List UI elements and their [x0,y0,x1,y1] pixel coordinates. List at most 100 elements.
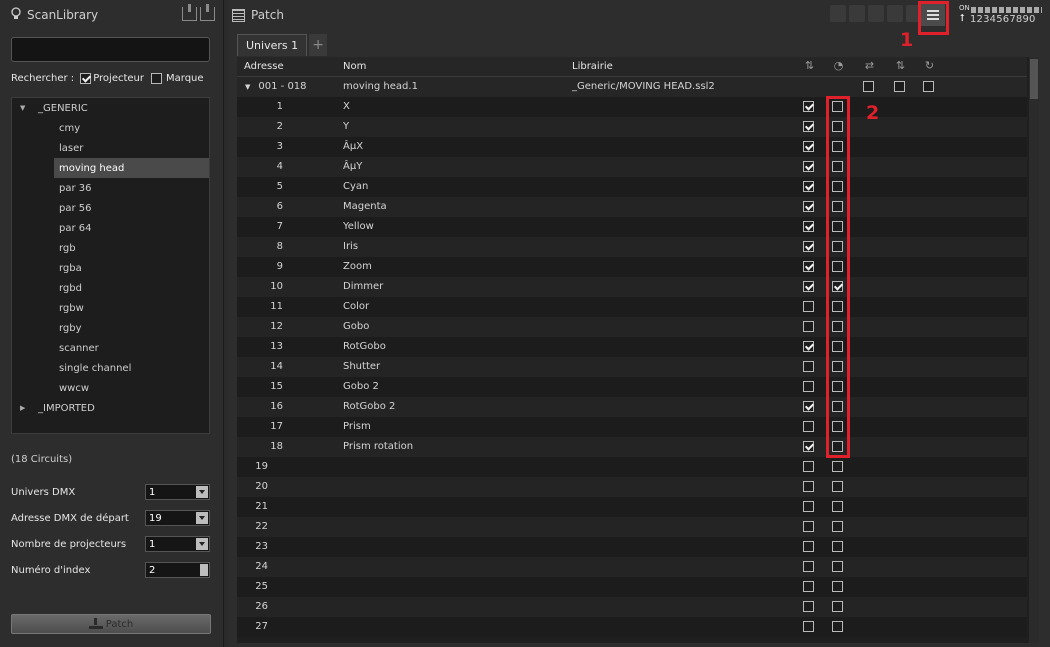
channel-row[interactable]: 16 RotGobo 2 [237,397,1027,417]
channel-enable-checkbox[interactable] [803,581,814,592]
channel-dimmer-checkbox[interactable] [832,461,843,472]
marque-checkbox[interactable] [151,73,163,84]
channel-row[interactable]: 13 RotGobo [237,337,1027,357]
univers-dmx-select[interactable]: 1 [145,484,210,500]
channel-row[interactable]: 4 ÂµY [237,157,1027,177]
channel-enable-checkbox[interactable] [803,261,814,272]
channel-row[interactable]: 10 Dimmer [237,277,1027,297]
spinner-icon[interactable] [200,564,208,576]
channel-row[interactable]: 1X [237,97,1027,117]
sort-icon[interactable]: ⇅ [803,60,816,72]
tree-item-selected[interactable]: moving head [54,158,209,178]
tree-item[interactable]: par 56 [12,198,209,218]
channel-dimmer-checkbox[interactable] [832,621,843,632]
channel-enable-checkbox[interactable] [803,461,814,472]
channel-enable-checkbox[interactable] [803,121,814,132]
channel-enable-checkbox[interactable] [803,361,814,372]
channel-enable-checkbox[interactable] [803,241,814,252]
vertical-scrollbar[interactable] [1029,57,1039,643]
empty-address-row[interactable]: 25 [237,577,1027,597]
empty-address-row[interactable]: 19 [237,457,1027,477]
tree-item[interactable]: par 36 [12,178,209,198]
channel-dimmer-checkbox[interactable] [832,601,843,612]
empty-address-row[interactable]: 24 [237,557,1027,577]
collapsed-arrow-icon[interactable]: ▶ [20,404,38,412]
edit-icon[interactable] [887,5,903,22]
channel-enable-checkbox[interactable] [803,301,814,312]
channel-dimmer-checkbox[interactable] [832,581,843,592]
channel-enable-checkbox[interactable] [803,201,814,212]
channel-enable-checkbox[interactable] [803,501,814,512]
chevron-down-icon[interactable] [196,512,208,524]
channel-enable-checkbox[interactable] [803,321,814,332]
channel-dimmer-checkbox[interactable] [832,481,843,492]
tree-item[interactable]: rgby [12,318,209,338]
rotate-icon[interactable]: ↻ [923,60,936,72]
channel-dimmer-checkbox[interactable] [832,541,843,552]
empty-address-row[interactable]: 27 [237,617,1027,637]
tree-item[interactable]: rgb [12,238,209,258]
paste-icon[interactable] [849,5,865,22]
channel-row[interactable]: 9 Zoom [237,257,1027,277]
nombre-projecteurs-select[interactable]: 1 [145,536,210,552]
channel-enable-checkbox[interactable] [803,161,814,172]
channel-row[interactable]: 11 Color [237,297,1027,317]
tree-item[interactable]: rgba [12,258,209,278]
channel-dimmer-checkbox[interactable] [832,561,843,572]
scrollbar-thumb[interactable] [1030,59,1038,99]
channel-row[interactable]: 17 Prism [237,417,1027,437]
fixture-row[interactable]: ▼ 001 - 018 moving head.1 _Generic/MOVING… [237,77,1027,97]
empty-address-row[interactable]: 21 [237,497,1027,517]
channel-enable-checkbox[interactable] [803,561,814,572]
channel-enable-checkbox[interactable] [803,401,814,412]
copy-icon[interactable] [830,5,846,22]
tree-item[interactable]: wwcw [12,378,209,398]
channel-enable-checkbox[interactable] [803,421,814,432]
tree-item[interactable]: laser [12,138,209,158]
empty-address-row[interactable]: 26 [237,597,1027,617]
col-nom[interactable]: Nom [343,61,366,72]
empty-address-row[interactable]: 20 [237,477,1027,497]
col-adresse[interactable]: Adresse [244,61,284,72]
channel-row[interactable]: 18 Prism rotation [237,437,1027,457]
empty-address-row[interactable]: 23 [237,537,1027,557]
tree-item[interactable]: scanner [12,338,209,358]
channel-enable-checkbox[interactable] [803,541,814,552]
channel-row[interactable]: 5 Cyan [237,177,1027,197]
channel-row[interactable]: 7 Yellow [237,217,1027,237]
channel-enable-checkbox[interactable] [803,221,814,232]
channel-row[interactable]: 6 Magenta [237,197,1027,217]
channel-enable-checkbox[interactable] [803,101,814,112]
tree-item[interactable]: rgbd [12,278,209,298]
tree-item[interactable]: par 64 [12,218,209,238]
add-tab-button[interactable]: + [309,34,328,56]
expanded-arrow-icon[interactable]: ▼ [245,83,250,91]
import-icon[interactable] [182,4,197,21]
patch-button[interactable]: Patch [11,614,211,634]
fixture-rotate-checkbox[interactable] [923,81,934,92]
chevron-down-icon[interactable] [196,538,208,550]
col-librairie[interactable]: Librairie [572,61,613,72]
fixture-invert-checkbox[interactable] [894,81,905,92]
dimmer-icon[interactable]: ◔ [832,60,845,72]
channel-enable-checkbox[interactable] [803,181,814,192]
channel-enable-checkbox[interactable] [803,341,814,352]
channel-row[interactable]: 12 Gobo [237,317,1027,337]
channel-enable-checkbox[interactable] [803,381,814,392]
channel-enable-checkbox[interactable] [803,481,814,492]
channel-row[interactable]: 15 Gobo 2 [237,377,1027,397]
settings-icon[interactable] [868,5,884,22]
channel-enable-checkbox[interactable] [803,521,814,532]
channel-row[interactable]: 14 Shutter [237,357,1027,377]
channel-enable-checkbox[interactable] [803,141,814,152]
tree-item[interactable]: rgbw [12,298,209,318]
channel-row[interactable]: 3 ÂµX [237,137,1027,157]
library-search-input[interactable] [11,37,210,62]
empty-address-row[interactable]: 22 [237,517,1027,537]
invert-icon[interactable]: ⇅ [894,60,907,72]
channel-dimmer-checkbox[interactable] [832,521,843,532]
expanded-arrow-icon[interactable]: ▼ [20,104,38,112]
export-icon[interactable] [200,4,215,21]
chevron-down-icon[interactable] [196,486,208,498]
channel-row[interactable]: 8 Iris [237,237,1027,257]
